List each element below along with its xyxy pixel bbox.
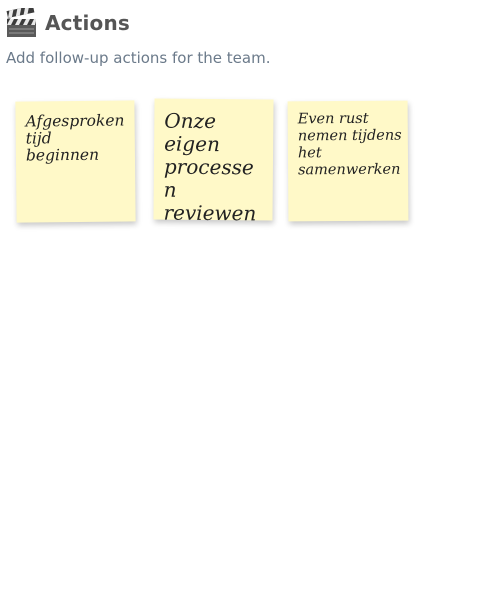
sticky-note[interactable]: Even rust nemen tijdens het samenwerken: [287, 100, 409, 222]
sticky-note[interactable]: Afgesproken tijd beginnen: [15, 100, 136, 223]
clapperboard-icon: [6, 8, 36, 37]
sticky-note[interactable]: Onze eigen processen reviewen: [153, 98, 274, 225]
section-title: Actions: [45, 11, 131, 35]
section-header: Actions: [6, 8, 130, 38]
section-subtitle: Add follow-up actions for the team.: [6, 49, 271, 67]
